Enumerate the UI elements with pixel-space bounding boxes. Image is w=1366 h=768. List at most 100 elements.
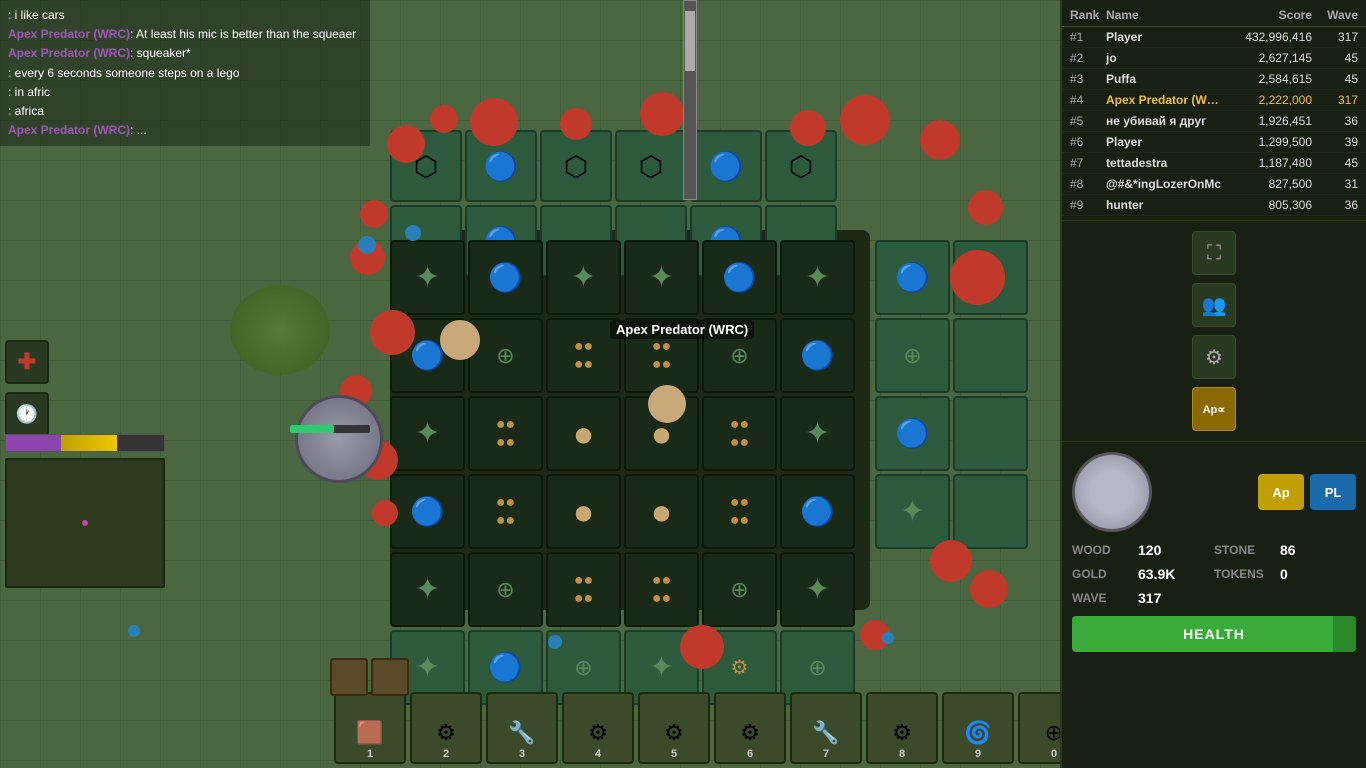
hotbar-slot-icon: 🔧 (812, 720, 839, 746)
game-area: ⬡ 🔵 ⬡ ⬡ 🔵 ⬡ 🔵 🔵 ✦ 🔵 ✦ ✦ 🔵 ✦ 🔵 ⊕ ●●●● ●●●… (0, 0, 1060, 768)
crosshair-button[interactable]: ✚ (5, 340, 49, 384)
minimap (5, 458, 165, 588)
wood-stat: WOOD 120 (1072, 540, 1214, 560)
player-avatar (1072, 452, 1152, 532)
chat-scrollbar-thumb[interactable] (685, 11, 695, 71)
player-character (440, 320, 480, 360)
chat-panel: : i like carsApex Predator (WRC): At lea… (0, 0, 370, 146)
score-wave: 36 (1312, 114, 1358, 128)
player-healthbar-bg (290, 425, 370, 433)
people-icon-button[interactable]: 👥 (1192, 283, 1236, 327)
hotbar-slot-0[interactable]: ⊕ 0 (1018, 692, 1060, 764)
resource-box (371, 658, 409, 696)
hotbar-slot-8[interactable]: ⚙ 8 (866, 692, 938, 764)
clock-button[interactable]: 🕐 (5, 392, 49, 436)
health-section: HEALTH (1072, 616, 1356, 652)
chat-message: : africa (8, 102, 362, 121)
hotbar-slot-icon: ⊕ (1045, 720, 1060, 746)
resource-boxes (330, 658, 409, 696)
apex-badge[interactable]: Ap∝ (1192, 387, 1236, 431)
pl-button[interactable]: PL (1310, 474, 1356, 510)
xp-bar-yellow (61, 435, 116, 451)
hotbar-slot-number: 3 (519, 748, 525, 760)
big-player (295, 395, 383, 483)
score-wave: 317 (1312, 93, 1358, 107)
score-row: #7 tettadestra 1,187,480 45 (1062, 153, 1366, 174)
chat-message: Apex Predator (WRC): ... (8, 121, 362, 140)
wave-header: Wave (1312, 8, 1358, 22)
expand-icon-button[interactable]: ⛶ (1192, 231, 1236, 275)
hotbar-slot-number: 8 (899, 748, 905, 760)
hotbar-slot-5[interactable]: ⚙ 5 (638, 692, 710, 764)
score-score: 827,500 (1222, 177, 1312, 191)
score-score: 432,996,416 (1222, 30, 1312, 44)
score-name: jo (1106, 51, 1222, 65)
hotbar-slot-icon: 🌀 (964, 720, 991, 746)
hotbar-slot-number: 6 (747, 748, 753, 760)
chat-message: Apex Predator (WRC): At least his mic is… (8, 25, 362, 44)
score-name: Player (1106, 135, 1222, 149)
score-rank: #2 (1070, 51, 1106, 65)
enemy-circle (387, 125, 425, 163)
hotbar-slot-7[interactable]: 🔧 7 (790, 692, 862, 764)
enemy-circle (470, 98, 518, 146)
hotbar-slot-number: 5 (671, 748, 677, 760)
resource-box (330, 658, 368, 696)
chat-message: Apex Predator (WRC): squeaker* (8, 44, 362, 63)
hotbar-slot-icon: ⚙ (588, 720, 608, 746)
enemy-circle (930, 540, 972, 582)
hotbar-slot-number: 9 (975, 748, 981, 760)
chat-message: : i like cars (8, 6, 362, 25)
score-rank: #8 (1070, 177, 1106, 191)
score-header: Score (1222, 8, 1312, 22)
chat-message: : in afric (8, 83, 362, 102)
hotbar-slot-icon: ⚙ (436, 720, 456, 746)
ap-button[interactable]: Ap (1258, 474, 1304, 510)
score-score: 1,299,500 (1222, 135, 1312, 149)
score-name: Puffa (1106, 72, 1222, 86)
left-icons: ✚ 🕐 (5, 340, 49, 436)
main-tower-grid: ✦ 🔵 ✦ ✦ 🔵 ✦ 🔵 ⊕ ●●●● ●●●● ⊕ 🔵 ✦ ●●●● ● ●… (390, 240, 855, 627)
chat-message: : every 6 seconds someone steps on a leg… (8, 64, 362, 83)
hotbar-slot-2[interactable]: ⚙ 2 (410, 692, 482, 764)
hotbar-slot-icon: ⚙ (892, 720, 912, 746)
score-rank: #4 (1070, 93, 1106, 107)
hotbar-slot-4[interactable]: ⚙ 4 (562, 692, 634, 764)
hotbar-slot-1[interactable]: 🟫 1 (334, 692, 406, 764)
score-wave: 45 (1312, 156, 1358, 170)
hotbar-slot-number: 7 (823, 748, 829, 760)
score-score: 2,222,000 (1222, 93, 1312, 107)
hotbar-slot-number: 4 (595, 748, 601, 760)
avatar-buttons: Ap PL (1258, 474, 1356, 510)
score-rank: #1 (1070, 30, 1106, 44)
hotbar-slot-6[interactable]: ⚙ 6 (714, 692, 786, 764)
enemy-circle (790, 110, 826, 146)
chat-scrollbar[interactable] (683, 0, 697, 200)
hotbar-slot-number: 1 (367, 748, 373, 760)
settings-button[interactable]: ⚙ (1192, 335, 1236, 379)
name-header: Name (1106, 8, 1222, 22)
minimap-player-dot (82, 520, 88, 526)
score-name: Player (1106, 30, 1222, 44)
score-name: hunter (1106, 198, 1222, 212)
score-row: #5 не убивай я друг 1,926,451 36 (1062, 111, 1366, 132)
score-score: 2,627,145 (1222, 51, 1312, 65)
score-score: 2,584,615 (1222, 72, 1312, 86)
score-row: #1 Player 432,996,416 317 (1062, 27, 1366, 48)
enemy-circle (970, 570, 1008, 608)
stone-stat: STONE 86 (1214, 540, 1356, 560)
score-wave: 45 (1312, 51, 1358, 65)
blue-orb (128, 625, 140, 637)
enemy-circle (680, 625, 724, 669)
hotbar-slot-number: 0 (1051, 748, 1057, 760)
hotbar-slot-9[interactable]: 🌀 9 (942, 692, 1014, 764)
enemy-circle (372, 500, 398, 526)
enemy-circle (560, 108, 592, 140)
hotbar-slot-3[interactable]: 🔧 3 (486, 692, 558, 764)
bottom-left-panel (5, 434, 165, 588)
score-row: #2 jo 2,627,145 45 (1062, 48, 1366, 69)
health-label: HEALTH (1183, 626, 1245, 642)
score-row: #9 hunter 805,306 36 (1062, 195, 1366, 216)
player-character-2 (648, 385, 686, 423)
blue-orb (405, 225, 421, 241)
